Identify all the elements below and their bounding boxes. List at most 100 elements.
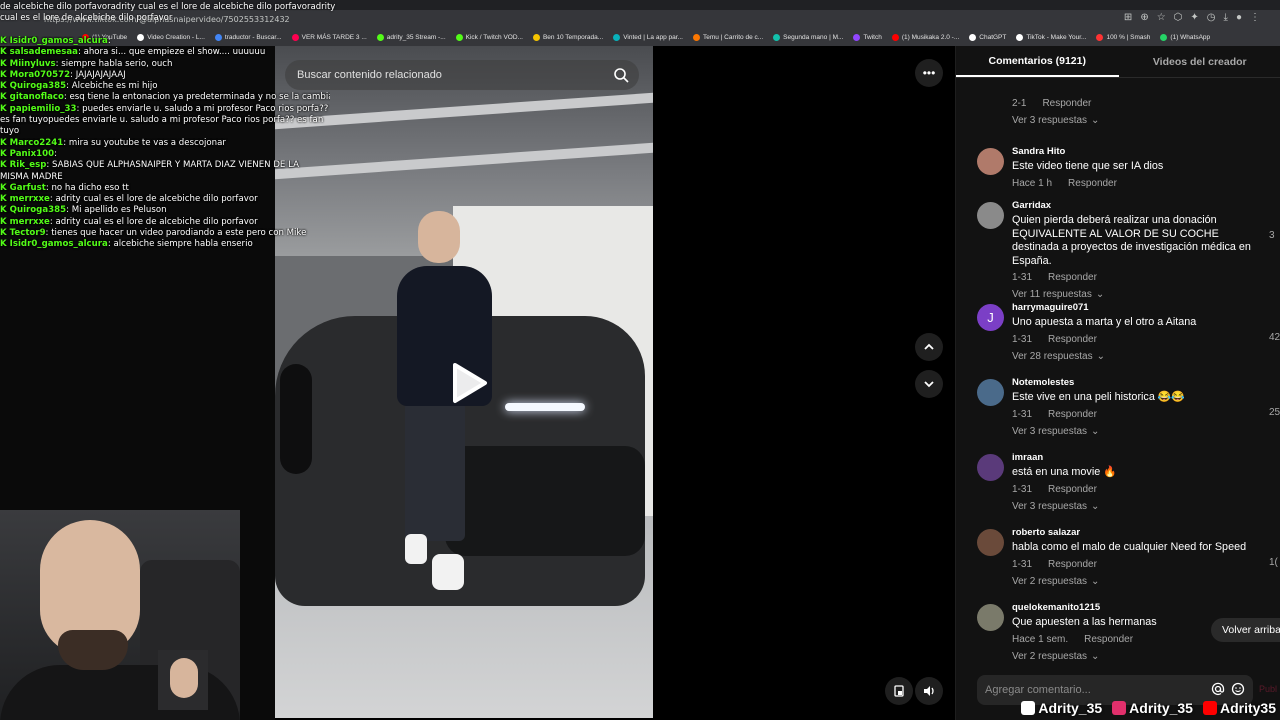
bookmark-item[interactable]: adrity_35 Stream -... [376,33,446,41]
avatar[interactable] [977,202,1004,229]
view-replies-button[interactable]: Ver 11 respuestas ⌄ [1012,289,1257,300]
puzzle-icon[interactable]: ✦ [1190,12,1198,23]
chat-text: mira su youtube te vas a descojonar [68,137,226,148]
avatar[interactable] [977,604,1004,631]
chat-text: Mi apellido es Peluson [71,205,167,216]
bookmark-item[interactable]: 100 % | Smash [1096,33,1150,41]
reply-button[interactable]: Responder [1068,178,1117,189]
reply-button[interactable]: Responder [1042,98,1091,109]
back-to-top-button[interactable]: Volver arriba [1211,618,1280,642]
history-icon[interactable]: ◷ [1207,12,1216,23]
bookmark-item[interactable]: (1) Musikaka 2.0 -... [891,33,959,41]
like-count: 25 [1269,407,1280,418]
menu-icon[interactable]: ⋮ [1250,12,1260,23]
related-search-input[interactable]: Buscar contenido relacionado [285,60,639,90]
reply-button[interactable]: Responder [1048,409,1097,420]
chevron-down-icon: ⌄ [1091,575,1100,587]
social-handle: Adrity_35 [1021,700,1102,716]
view-replies-button[interactable]: Ver 3 respuestas ⌄ [1012,501,1257,512]
top-comment-meta: 2-1 Responder Ver 3 respuestas ⌄ [1012,98,1099,126]
chat-username: Garfust [9,182,46,193]
video-wheel [280,364,312,474]
avatar[interactable]: J [977,304,1004,331]
avatar-initial: J [987,310,994,325]
more-options-button[interactable]: ••• [915,59,943,87]
reply-button[interactable]: Responder [1084,634,1133,645]
view-replies-button[interactable]: Ver 2 respuestas ⌄ [1012,576,1257,587]
avatar[interactable] [977,148,1004,175]
avatar[interactable] [977,379,1004,406]
chat-message: K Tector9: tienes que hacer un video paro… [0,228,330,239]
bookmark-item[interactable]: Ben 10 Temporada... [532,33,603,41]
chat-text: Alcebiche es mi hijo [71,81,158,92]
comment-date: 1-31 [1012,408,1033,420]
search-icon[interactable] [613,67,629,83]
view-replies-button[interactable]: Ver 28 respuestas ⌄ [1012,351,1257,362]
profile-icon[interactable]: ● [1236,12,1242,23]
comment-author[interactable]: Sandra Hito [1012,146,1257,157]
bookmark-label: ChatGPT [979,33,1007,41]
post-button[interactable]: Publ [1259,684,1277,694]
miniplayer-button[interactable] [885,677,913,705]
view-replies-label: Ver 3 respuestas [1012,425,1088,437]
bookmark-favicon-icon [969,33,977,41]
bookmark-item[interactable]: Vinted | La app par... [613,33,683,41]
bookmark-item[interactable]: TikTok - Make Your... [1016,33,1087,41]
chat-text: JAJAJAJAJAAJ [75,69,126,80]
bookmark-star-icon[interactable]: ☆ [1157,12,1166,23]
view-replies-button[interactable]: Ver 3 respuestas ⌄ [1012,426,1257,437]
emoji-icon[interactable] [1231,682,1245,696]
video-player[interactable]: Buscar contenido relacionado [275,46,653,718]
chat-username: Tector9 [9,228,46,239]
translate-icon[interactable]: ⊞ [1124,12,1132,23]
extension-icon[interactable]: ⬡ [1174,12,1183,23]
comment-author[interactable]: roberto salazar [1012,527,1257,538]
avatar[interactable] [977,454,1004,481]
comment-date: 1-31 [1012,333,1033,345]
volume-button[interactable] [915,677,943,705]
bookmark-label: Temu | Carrito de c... [702,33,764,41]
view-replies-label: Ver 3 respuestas [1012,500,1088,512]
chat-text: alcebiche siempre habla enserio [113,239,253,250]
next-video-button[interactable] [915,370,943,398]
comment-author[interactable]: Garridax [1012,200,1257,211]
play-icon[interactable] [445,361,489,405]
reply-button[interactable]: Responder [1048,272,1097,283]
bookmark-label: (1) WhatsApp [1170,33,1211,41]
reply-button[interactable]: Responder [1048,559,1097,570]
reply-button[interactable]: Responder [1048,484,1097,495]
tab-creator-videos[interactable]: Videos del creador [1119,46,1280,77]
bookmark-item[interactable]: Twitch [853,33,882,41]
kick-badge-icon: K [0,205,7,216]
kick-badge-icon: K [0,137,7,148]
comment-author[interactable]: quelokemanito1215 [1012,602,1257,613]
bookmark-item[interactable]: (1) WhatsApp [1160,33,1211,41]
bookmark-label: TikTok - Make Your... [1026,33,1087,41]
previous-video-button[interactable] [915,333,943,361]
comment-author[interactable]: Notemolestes [1012,377,1257,388]
zoom-icon[interactable]: ⊕ [1140,12,1148,23]
comment-author[interactable]: imraan [1012,452,1257,463]
chat-text: esq tiene la entonacion ya predeterminad… [69,92,330,103]
reply-button[interactable]: Responder [1048,334,1097,345]
kick-badge-icon: K [0,148,7,159]
bookmark-favicon-icon [692,33,700,41]
bookmark-item[interactable]: ChatGPT [969,33,1007,41]
tab-comments[interactable]: Comentarios (9121) [956,46,1119,77]
comment-author[interactable]: harrymaguire071 [1012,302,1257,313]
bookmark-item[interactable]: Kick / Twitch VOD... [455,33,523,41]
bookmark-label: Segunda mano | M... [783,33,844,41]
bookmark-item[interactable]: Segunda mano | M... [773,33,844,41]
comment-item: Jharrymaguire071 Uno apuesta a marta y el… [956,302,1280,362]
chat-username: merrxxe [9,194,50,205]
video-person-legs [405,401,465,541]
chat-message: K Panix100: [0,149,330,160]
bookmark-item[interactable]: Temu | Carrito de c... [692,33,764,41]
view-replies-button[interactable]: Ver 3 respuestas ⌄ [1012,115,1099,126]
download-icon[interactable]: ⤓ [1224,12,1228,23]
view-replies-button[interactable]: Ver 2 respuestas ⌄ [1012,651,1257,662]
chat-text: siempre habla serio, ouch [61,58,173,69]
mention-icon[interactable] [1211,682,1225,696]
avatar[interactable] [977,529,1004,556]
chat-colon: : [54,148,57,159]
